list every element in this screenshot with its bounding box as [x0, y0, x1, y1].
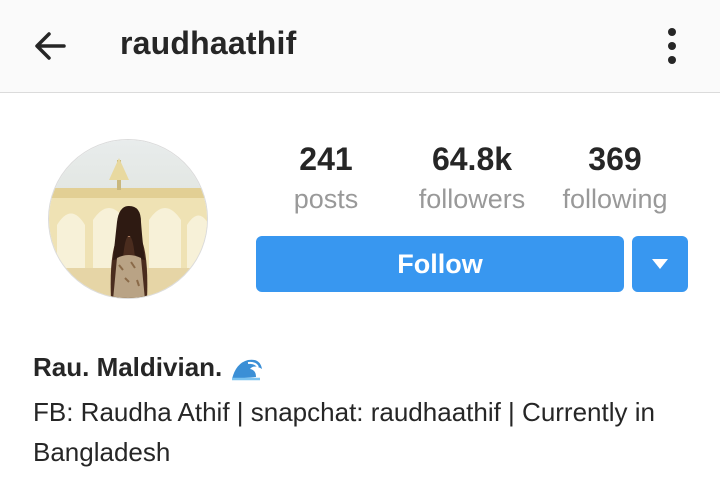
following-label: following	[562, 184, 668, 214]
posts-label: posts	[293, 184, 359, 214]
bio-text: FB: Raudha Athif | snapchat: raudhaathif…	[33, 397, 655, 467]
display-name: Rau. Maldivian.	[33, 352, 223, 382]
wave-emoji	[232, 359, 263, 380]
followers-count: 64.8k	[431, 141, 513, 177]
back-button[interactable]	[26, 22, 74, 70]
username-title: raudhaathif	[120, 25, 297, 61]
follow-button[interactable]: Follow	[256, 236, 624, 292]
profile-photo	[49, 140, 207, 298]
caret-down-icon	[652, 259, 668, 269]
followers-label: followers	[418, 184, 526, 214]
stat-following[interactable]: 369 following	[540, 139, 690, 219]
avatar[interactable]	[48, 139, 208, 299]
arrow-left-icon	[35, 32, 66, 60]
suggestions-dropdown-button[interactable]	[632, 236, 688, 292]
stat-posts[interactable]: 241 posts	[251, 139, 401, 219]
more-vertical-icon	[668, 28, 676, 64]
stat-followers[interactable]: 64.8k followers	[397, 139, 547, 219]
top-app-bar: raudhaathif	[0, 0, 720, 93]
bio-name-row: Rau. Maldivian.	[33, 352, 264, 383]
more-options-button[interactable]	[650, 22, 694, 70]
following-count: 369	[588, 141, 642, 177]
posts-count: 241	[299, 141, 353, 177]
